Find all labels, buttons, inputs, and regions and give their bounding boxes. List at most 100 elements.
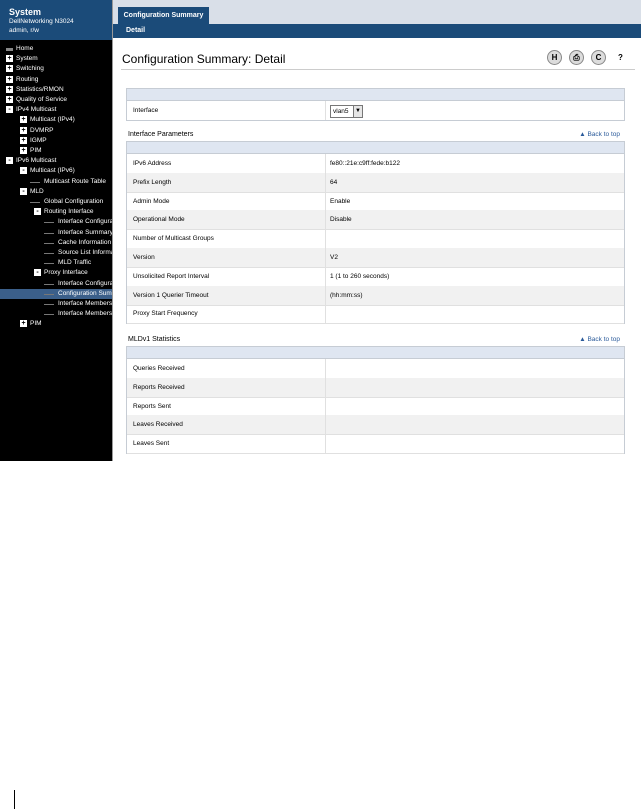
tree-item[interactable]: + Routing [0,75,112,85]
tree-item[interactable]: Configuration Summary [0,288,112,299]
tree-item-label: DVMRP [30,126,54,134]
tree-item[interactable]: - Routing Interface [0,207,112,217]
tree-item[interactable]: Multicast Route Table [0,177,112,187]
expand-icon[interactable]: + [6,65,13,73]
expand-icon[interactable]: + [20,126,27,134]
tree-item[interactable]: Home [0,44,112,54]
tree-connector [44,263,54,265]
print-icon[interactable]: ⎙ [569,50,584,65]
tree-item-label: Cache Information [58,238,112,246]
tree-item[interactable]: + Statistics/RMON [0,85,112,95]
table-row: Reports Received [127,377,624,398]
expand-icon[interactable]: + [20,136,27,144]
table-row: Reports Sent [127,396,624,417]
tree-item-label: Interface Membership Detail [58,310,112,318]
interface-select[interactable]: vlan5 ▼ [330,105,363,118]
back-to-top-link[interactable]: ▲ Back to top [579,336,620,343]
tree-item[interactable]: MLD Traffic [0,258,112,268]
tree-item-label: Proxy Interface [44,269,88,277]
column-separator [325,154,326,173]
tree-item[interactable]: - Proxy Interface [0,268,112,278]
tree-item-label: System [16,55,38,63]
expand-icon[interactable]: + [6,55,13,63]
tree-item[interactable]: + IGMP [0,136,112,146]
collapse-icon[interactable]: - [20,167,27,175]
interface-select-value: vlan5 [333,108,349,115]
tree-item-label: Routing Interface [44,208,94,216]
tree-item[interactable]: Interface Membership Detail [0,309,112,319]
tree-connector [30,202,40,203]
tab-bar: Configuration Summary [113,0,641,25]
tree-item[interactable]: Cache Information [0,238,112,248]
interface-label: Interface [133,107,159,114]
expand-icon[interactable]: + [20,147,27,154]
tree-item[interactable]: - IPv6 Multicast [0,156,112,166]
tree-item[interactable]: - MLD [0,187,112,197]
sub-tab-detail[interactable]: Detail [126,27,145,34]
collapse-icon[interactable]: - [6,106,13,114]
row-label: Unsolicited Report Interval [133,272,210,280]
tree-item[interactable]: Global Configuration [0,197,112,207]
tree-item[interactable]: Interface Membership [0,299,112,309]
table-row: Queries Received [127,359,624,379]
save-icon[interactable]: H [547,50,562,65]
table-row: Prefix Length 64 [127,172,624,193]
table-header [127,89,624,101]
collapse-icon[interactable]: - [34,208,41,216]
collapse-icon[interactable]: - [6,157,13,165]
mld-statistics-title: MLDv1 Statistics [128,336,181,343]
tree-item[interactable]: + DVMRP [0,126,112,136]
system-header: System DellNetworking N3024 admin, r/w [0,0,112,40]
table-row: Unsolicited Report Interval 1 (1 to 260 s… [127,266,624,287]
tree-connector [44,232,54,234]
column-separator [325,210,326,230]
main-content: Configuration Summary Detail Configurati… [112,0,641,461]
tree-item[interactable]: Source List Information [0,248,112,258]
tree-item-label: PIM [30,320,42,328]
user-info: admin, r/w [9,27,39,34]
tree-item-label: Interface Configuration [58,279,112,287]
tree-item[interactable]: Interface Configuration [0,217,112,227]
tree-item-label: Multicast (IPv6) [30,167,75,175]
tree-item[interactable]: + Switching [0,64,112,74]
tree-item[interactable]: + PIM [0,146,112,156]
column-separator [325,434,326,454]
row-label: Version [133,254,155,261]
tree-item[interactable]: - IPv4 Multicast [0,105,112,115]
expand-icon[interactable]: + [20,320,27,328]
column-separator [325,191,326,211]
refresh-icon[interactable]: C [591,50,606,65]
back-to-top-link[interactable]: ▲ Back to top [579,131,620,138]
row-value: 1 (1 to 260 seconds) [330,272,390,280]
chevron-down-icon[interactable]: ▼ [353,106,362,117]
column-separator [325,229,326,249]
tab-configuration-summary[interactable]: Configuration Summary [118,7,209,24]
collapse-icon[interactable]: - [34,269,41,277]
tree-item[interactable]: Interface Configuration [0,279,112,289]
tree-item-label: Interface Configuration [58,218,112,226]
table-row: Version V2 [127,248,624,268]
tree-item[interactable]: - Multicast (IPv6) [0,166,112,176]
expand-icon[interactable]: + [20,116,27,124]
collapse-icon[interactable]: - [20,187,27,195]
tree-item[interactable]: + Multicast (IPv4) [0,115,112,125]
row-label: Prefix Length [133,178,172,186]
tree-item-label: Interface Summary [58,228,112,236]
column-separator [325,248,326,267]
tree-item[interactable]: Interface Summary [0,228,112,238]
help-icon[interactable]: ? [613,50,628,65]
expand-icon[interactable]: + [6,96,13,103]
tree-item[interactable]: + System [0,54,112,64]
tree-item[interactable]: + Quality of Service [0,95,112,105]
tree-connector [44,283,54,285]
row-label: Admin Mode [133,197,170,205]
home-icon [6,48,13,51]
tree-item[interactable]: + PIM [0,319,112,329]
tree-connector [44,242,54,244]
table-row: Version 1 Querier Timeout (hh:mm:ss) [127,285,624,306]
expand-icon[interactable]: + [6,75,13,83]
expand-icon[interactable]: + [6,85,13,93]
row-label: Leaves Sent [133,440,170,448]
tree-item-label: IGMP [30,136,47,144]
interface-parameters-title: Interface Parameters [128,131,194,138]
